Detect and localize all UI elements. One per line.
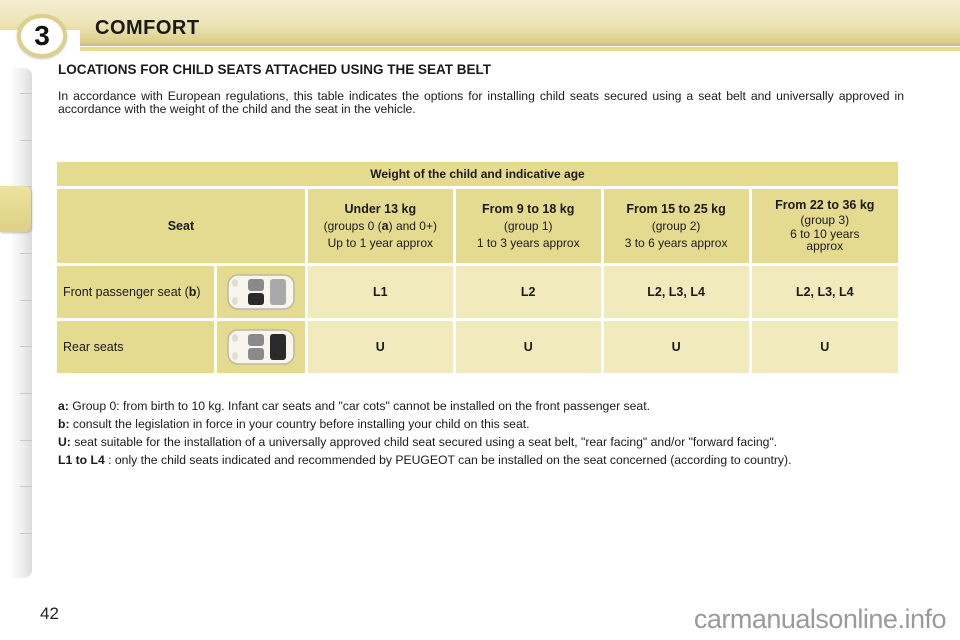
side-tab-divider: [20, 533, 32, 534]
column-group: (group 2): [651, 218, 701, 233]
column-age: Up to 1 year approx: [327, 235, 434, 250]
column-header-group-3: From 22 to 36 kg (group 3) 6 to 10 years…: [751, 189, 898, 263]
side-tab-divider: [20, 300, 32, 301]
table-row-front-passenger: Front passenger seat (b) L1 L2 L2, L3, L…: [57, 266, 898, 318]
car-top-view-front-passenger-icon: [227, 274, 295, 310]
footnote-text: : only the child seats indicated and rec…: [108, 453, 792, 467]
cell-value: U: [307, 321, 453, 373]
seat-column-header: Seat: [57, 189, 305, 263]
cell-value: L2, L3, L4: [603, 266, 749, 318]
column-age: 3 to 6 years approx: [624, 235, 728, 250]
footnote-key: b:: [58, 417, 70, 431]
watermark: carmanualsonline.info: [693, 604, 947, 634]
column-header-group-1: From 9 to 18 kg (group 1) 1 to 3 years a…: [455, 189, 601, 263]
chapter-title: COMFORT: [95, 17, 200, 39]
seat-label-text: ): [196, 284, 201, 299]
footnote-b: b: consult the legislation in force in y…: [58, 418, 905, 431]
page-number: 42: [40, 604, 59, 623]
section-title: LOCATIONS FOR CHILD SEATS ATTACHED USING…: [58, 62, 491, 77]
table-row-rear-seats: Rear seats U U U U: [57, 321, 898, 373]
seat-diagram-cell: [217, 321, 305, 373]
column-age: 1 to 3 years approx: [476, 235, 580, 250]
cell-value: L2, L3, L4: [751, 266, 898, 318]
side-tab-divider: [20, 486, 32, 487]
column-age: 6 to 10 years approx: [790, 227, 860, 253]
chapter-number-badge: 3: [17, 14, 67, 58]
seat-label: Rear seats: [57, 321, 215, 373]
footnote-ref-a: a: [381, 218, 389, 233]
footnote-text: seat suitable for the installation of a …: [74, 435, 778, 449]
side-tab-divider: [20, 393, 32, 394]
cell-value: U: [603, 321, 749, 373]
side-tab-divider: [20, 253, 32, 254]
group-text: ) and 0+): [388, 218, 437, 233]
column-group: (group 3): [800, 213, 850, 227]
chapter-side-tabs: [12, 68, 32, 578]
side-tab-divider: [20, 346, 32, 347]
side-tab-divider: [20, 93, 32, 94]
column-weight: From 22 to 36 kg: [775, 198, 875, 212]
column-weight: From 15 to 25 kg: [626, 201, 726, 216]
column-weight: From 9 to 18 kg: [482, 201, 575, 216]
cell-value: U: [455, 321, 601, 373]
side-tab-divider: [20, 140, 32, 141]
footnote-key: L1 to L4: [58, 453, 105, 467]
column-group: (group 1): [503, 218, 553, 233]
footnote-u: U: seat suitable for the installation of…: [58, 436, 905, 449]
seat-label-text: Front passenger seat (: [63, 284, 189, 299]
child-seat-locations-table: Weight of the child and indicative age S…: [54, 159, 901, 376]
side-tab-divider: [20, 440, 32, 441]
group-text: (groups 0 (: [323, 218, 382, 233]
footnote-key: a:: [58, 399, 69, 413]
weight-span-header: Weight of the child and indicative age: [57, 162, 898, 186]
footnotes: a: Group 0: from birth to 10 kg. Infant …: [58, 400, 905, 472]
column-group: (groups 0 (a) and 0+): [324, 219, 437, 233]
footnote-text: consult the legislation in force in your…: [72, 417, 530, 431]
car-top-view-rear-seats-icon: [227, 329, 295, 365]
footnote-key: U:: [58, 435, 71, 449]
header-underline: [80, 47, 960, 51]
footnote-l1-l4: L1 to L4 : only the child seats indicate…: [58, 454, 905, 467]
seat-label: Front passenger seat (b): [57, 266, 215, 318]
side-tab-active-chapter[interactable]: [0, 186, 31, 232]
column-weight: Under 13 kg: [344, 201, 417, 216]
column-header-group-0: Under 13 kg (groups 0 (a) and 0+) Up to …: [307, 189, 453, 263]
cell-value: L1: [307, 266, 453, 318]
footnote-a: a: Group 0: from birth to 10 kg. Infant …: [58, 400, 905, 413]
column-header-group-2: From 15 to 25 kg (group 2) 3 to 6 years …: [603, 189, 749, 263]
footnote-text: Group 0: from birth to 10 kg. Infant car…: [72, 399, 650, 413]
seat-diagram-cell: [217, 266, 305, 318]
cell-value: U: [751, 321, 898, 373]
cell-value: L2: [455, 266, 601, 318]
intro-paragraph: In accordance with European regulations,…: [58, 89, 904, 116]
